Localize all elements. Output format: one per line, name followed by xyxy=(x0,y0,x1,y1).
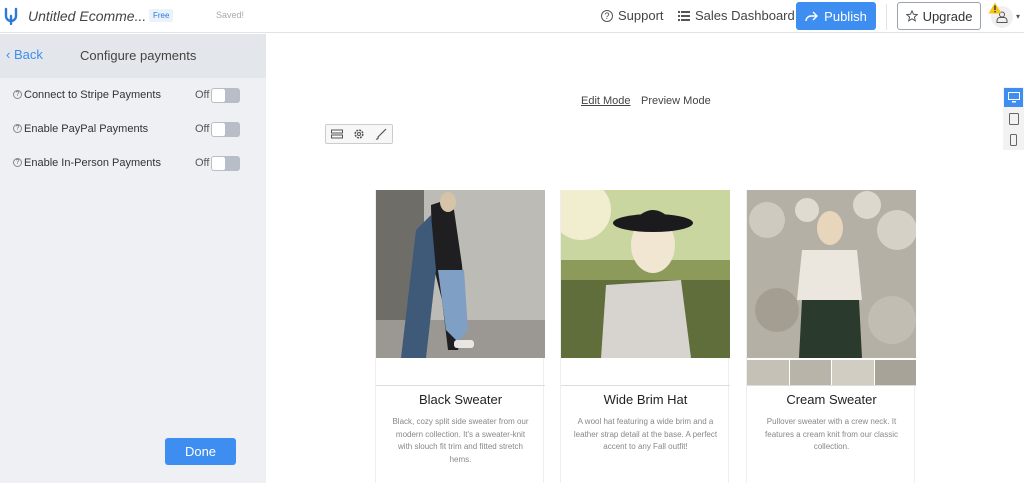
plan-badge: Free xyxy=(149,9,174,22)
product-description[interactable]: Black, cozy split side sweater from our … xyxy=(388,416,533,466)
toggle-knob xyxy=(212,157,225,170)
layout-icon[interactable] xyxy=(331,129,343,139)
in-person-payments-row: ? Enable In-Person Payments Off xyxy=(13,155,243,173)
panel-header: ‹ Back Configure payments xyxy=(0,34,266,78)
panel-title: Configure payments xyxy=(80,48,197,63)
chevron-left-icon: ‹ xyxy=(6,47,14,62)
brush-icon[interactable] xyxy=(375,128,387,140)
product-image[interactable] xyxy=(376,190,545,358)
help-circle-icon[interactable]: ? xyxy=(13,124,22,133)
desktop-view-button[interactable] xyxy=(1004,88,1023,107)
save-status: Saved! xyxy=(216,10,245,20)
configure-payments-panel: ‹ Back Configure payments ? Connect to S… xyxy=(0,34,266,483)
site-title[interactable]: Untitled Ecomme... xyxy=(28,8,146,24)
divider xyxy=(376,385,545,386)
sales-dashboard-link[interactable]: Sales Dashboard xyxy=(678,8,795,23)
product-name[interactable]: Black Sweater xyxy=(376,392,545,407)
stripe-payments-label: Connect to Stripe Payments xyxy=(24,89,161,101)
publish-button[interactable]: Publish xyxy=(796,2,876,30)
upgrade-button[interactable]: Upgrade xyxy=(897,2,981,30)
product-name[interactable]: Wide Brim Hat xyxy=(561,392,730,407)
edit-mode-tab[interactable]: Edit Mode xyxy=(581,95,631,107)
toggle-knob xyxy=(212,89,225,102)
help-circle-icon[interactable]: ? xyxy=(13,90,22,99)
back-button[interactable]: ‹ Back xyxy=(6,47,43,62)
warning-icon[interactable] xyxy=(988,2,1002,14)
mobile-view-button[interactable] xyxy=(1004,130,1023,149)
top-bar: Untitled Ecomme... Free Saved! ? Support… xyxy=(0,0,1024,33)
help-circle-icon[interactable]: ? xyxy=(13,158,22,167)
paypal-payments-toggle[interactable] xyxy=(211,122,240,137)
product-card[interactable]: Wide Brim Hat A wool hat featuring a wid… xyxy=(560,190,730,483)
paypal-payments-label: Enable PayPal Payments xyxy=(24,123,149,135)
product-image[interactable] xyxy=(747,190,916,358)
block-toolbar xyxy=(325,124,393,144)
done-button[interactable]: Done xyxy=(165,438,236,465)
support-label: Support xyxy=(618,8,664,23)
star-icon xyxy=(905,10,918,22)
product-description[interactable]: Pullover sweater with a crew neck. It fe… xyxy=(759,416,904,454)
tablet-icon xyxy=(1008,112,1019,125)
back-label: Back xyxy=(13,47,43,62)
image-thumbnail[interactable] xyxy=(747,360,789,385)
product-description[interactable]: A wool hat featuring a wide brim and a l… xyxy=(573,416,718,454)
publish-label: Publish xyxy=(824,8,867,24)
stripe-payments-row: ? Connect to Stripe Payments Off xyxy=(13,87,243,105)
support-link[interactable]: ? Support xyxy=(601,8,664,23)
sales-dashboard-label: Sales Dashboard xyxy=(695,8,795,23)
app-logo-icon[interactable] xyxy=(4,7,18,25)
mobile-icon xyxy=(1010,133,1017,146)
desktop-icon xyxy=(1007,92,1020,103)
product-name[interactable]: Cream Sweater xyxy=(747,392,916,407)
divider xyxy=(561,385,730,386)
toggle-state-label: Off xyxy=(195,157,210,169)
image-thumbnail[interactable] xyxy=(789,360,831,385)
stripe-payments-toggle[interactable] xyxy=(211,88,240,103)
device-preview-bar xyxy=(1003,87,1024,150)
gear-icon[interactable] xyxy=(353,128,365,140)
paypal-payments-row: ? Enable PayPal Payments Off xyxy=(13,121,243,139)
toggle-state-label: Off xyxy=(195,123,210,135)
toggle-state-label: Off xyxy=(195,89,210,101)
product-image[interactable] xyxy=(561,190,730,358)
in-person-payments-label: Enable In-Person Payments xyxy=(24,157,161,169)
list-icon xyxy=(678,10,690,21)
chevron-down-icon[interactable]: ▾ xyxy=(1016,12,1020,21)
divider xyxy=(747,385,916,386)
tablet-view-button[interactable] xyxy=(1004,109,1023,128)
help-circle-icon: ? xyxy=(601,9,613,22)
upgrade-label: Upgrade xyxy=(922,8,973,24)
product-card[interactable]: Black Sweater Black, cozy split side swe… xyxy=(375,190,545,483)
in-person-payments-toggle[interactable] xyxy=(211,156,240,171)
image-thumbnail[interactable] xyxy=(832,360,874,385)
product-card[interactable]: Cream Sweater Pullover sweater with a cr… xyxy=(746,190,916,483)
image-thumbnail[interactable] xyxy=(874,360,916,385)
divider xyxy=(886,4,887,30)
share-arrow-icon xyxy=(805,11,819,21)
toggle-knob xyxy=(212,123,225,136)
image-thumbnail-strip xyxy=(747,360,916,385)
preview-mode-tab[interactable]: Preview Mode xyxy=(641,95,711,107)
